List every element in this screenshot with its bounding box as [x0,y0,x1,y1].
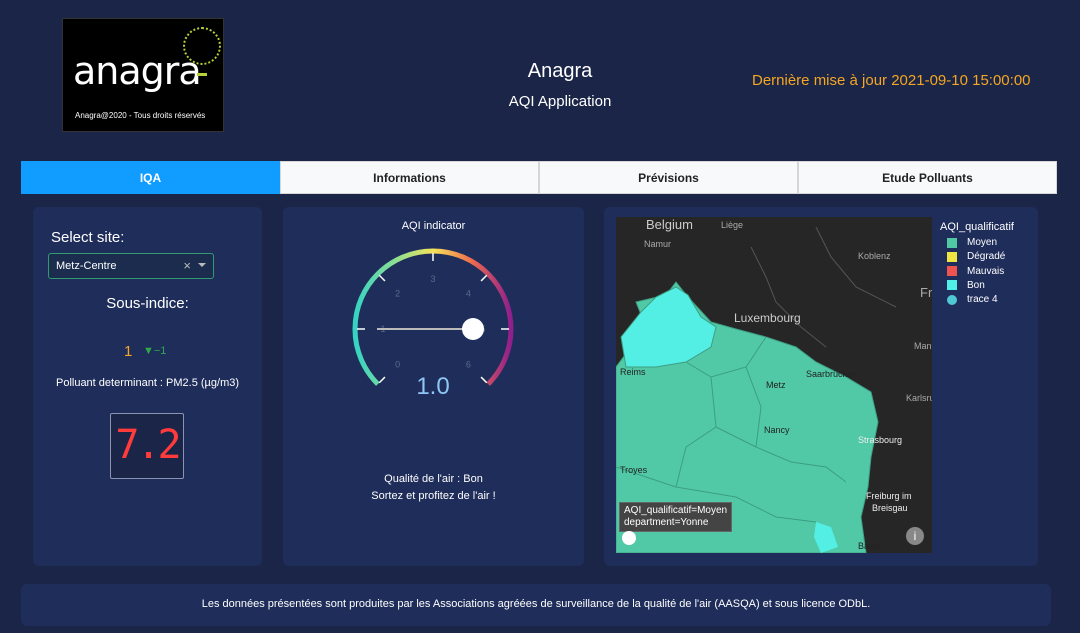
gauge-tick [480,274,488,282]
polluant-determinant: Polluant determinant : PM2.5 (µg/m3) [55,377,240,389]
site-dropdown[interactable]: Metz-Centre × [48,253,214,279]
sous-indice-delta: ▼−1 [143,345,167,357]
gauge-arc [352,248,514,386]
tab-informations[interactable]: Informations [280,161,539,194]
map-label: Belgium [646,217,693,232]
led-display: 7.2 [110,413,184,479]
gauge-knob[interactable] [462,318,484,340]
gauge-tick-label: 3 [430,274,435,284]
sous-indice-value: 1 [124,343,133,360]
logo-wordmark: anagra [73,49,202,93]
logo-dash [197,73,207,76]
gauge-title: AQI indicator [401,220,466,232]
map-label: Reims [620,367,646,377]
map-label: Freiburg im [866,491,912,501]
gauge-tick-label: 0 [395,359,400,369]
map-label: Mannh [914,341,932,351]
aqi-gauge: 0123456 1.0 [352,248,514,400]
app-title: Anagra [527,60,593,82]
aqi-map[interactable]: Belgium Liège Namur Koblenz Luxembourg Mannh F… [616,217,932,553]
last-update: Dernière mise à jour 2021-09-10 15:00:00 [752,72,1031,89]
map-label: Namur [644,239,672,249]
gauge-tick-label: 2 [395,289,400,299]
map-tooltip-line1: AQI_qualificatif=Moyen [624,505,728,516]
legend-swatch [947,280,957,291]
site-panel: Select site: Metz-Centre × Sous-indice: … [33,207,262,566]
legend-swatch [947,294,957,305]
mapbox-logo-icon[interactable] [622,531,636,545]
map-label: Fr [920,285,932,300]
app-subtitle: AQI Application [508,93,612,110]
gauge-tick [378,376,386,384]
gauge-tick [378,274,386,282]
legend-label: Bon [967,279,985,291]
legend-label: Mauvais [967,265,1005,277]
air-quality-advice: Sortez et profitez de l'air ! [371,490,496,502]
legend-item[interactable]: trace 4 [947,294,998,305]
map-label: Liège [721,220,744,230]
tab-iqa[interactable]: IQA [21,161,280,194]
select-site-label: Select site: [51,229,125,246]
legend-swatch [947,237,957,248]
gauge-tick-label: 4 [466,289,471,299]
tab-bar: IQA Informations Prévisions Etude Pollua… [21,161,1057,194]
map-label: Troyes [620,465,648,475]
legend-item[interactable]: Moyen [947,237,997,248]
map-label: Breisgau [872,503,908,513]
legend-label: trace 4 [967,294,998,306]
footer-note: Les données présentées sont produites pa… [21,584,1051,626]
map-tooltip-line2: department=Yonne [624,517,709,528]
anagra-logo: anagra Anagra@2020 - Tous droits réservé… [62,18,224,132]
legend-swatch [947,251,957,262]
gauge-tick [480,376,488,384]
map-tooltip: AQI_qualificatif=Moyen department=Yonne [619,502,733,532]
legend-item[interactable]: Dégradé [947,251,1005,262]
chevron-down-icon[interactable] [198,263,206,267]
legend-label: Dégradé [967,251,1006,263]
legend-item[interactable]: Bon [947,280,985,291]
logo-copyright: Anagra@2020 - Tous droits réservés [75,111,206,120]
air-quality-text: Qualité de l'air : Bon [384,473,483,485]
gauge-panel: AQI indicator 0123456 1.0 Qualité de l'a… [283,207,584,566]
tab-previsions[interactable]: Prévisions [539,161,798,194]
map-label: Karlsru [906,393,932,403]
legend-title: AQI_qualificatif [940,221,1014,233]
legend-item[interactable]: Mauvais [947,266,1004,277]
info-icon[interactable]: i [906,527,924,545]
map-label: Saarbrücken [806,369,858,379]
legend-swatch [947,266,957,277]
gauge-value: 1.0 [416,373,449,400]
gauge-tick-label: 6 [466,359,471,369]
tab-etude-polluants[interactable]: Etude Polluants [798,161,1057,194]
clear-icon[interactable]: × [183,258,191,273]
map-label: Metz [766,380,786,390]
map-label: Koblenz [858,251,891,261]
map-label: Luxembourg [734,311,801,325]
led-display-value: 7.2 [115,422,181,468]
legend-label: Moyen [967,237,998,248]
map-panel: Belgium Liège Namur Koblenz Luxembourg Mannh F… [604,207,1038,566]
sous-indice-label: Sous-indice: [106,295,189,312]
map-label: Nancy [764,425,790,435]
map-label: Strasbourg [858,435,903,445]
map-label: Basel [858,541,881,551]
site-dropdown-value: Metz-Centre [56,260,117,272]
